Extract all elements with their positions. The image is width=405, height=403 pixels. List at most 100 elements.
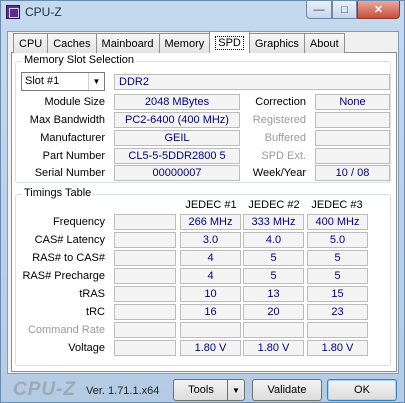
jedec-3-header: JEDEC #3 <box>311 199 363 211</box>
timing-value-cell: 4.0 <box>243 232 304 248</box>
timing-value-cell: 5 <box>307 268 368 284</box>
version-label: Ver. 1.71.1.x64 <box>86 385 160 397</box>
buffered-value <box>315 130 390 146</box>
timing-value-cell: 15 <box>307 286 368 302</box>
tab-graphics[interactable]: Graphics <box>248 33 305 53</box>
timing-value-cell: 23 <box>307 304 368 320</box>
registered-label: Registered <box>252 114 306 126</box>
tools-button[interactable]: Tools <box>173 379 229 401</box>
cpu-z-window: CPU-Z — □ ✕ CPU Caches Mainboard Memory … <box>0 0 405 403</box>
module-size-value: 2048 MBytes <box>114 94 240 110</box>
timing-extra-cell <box>114 340 176 356</box>
manufacturer-value: GEIL <box>114 130 240 146</box>
timing-value-cell <box>307 322 368 338</box>
cpu-z-app-icon <box>6 5 20 19</box>
maximize-button[interactable]: □ <box>332 1 357 19</box>
tools-dropdown-button[interactable]: ▼ <box>227 379 245 401</box>
registered-value <box>315 112 390 128</box>
timing-extra-cell <box>114 268 176 284</box>
timing-row-label: RAS# to CAS# <box>32 252 105 264</box>
tab-label: SPD <box>215 35 244 50</box>
timing-value-cell: 5 <box>243 268 304 284</box>
timing-value-cell: 1.80 V <box>307 340 368 356</box>
timing-value-cell: 10 <box>180 286 241 302</box>
spd-ext-value <box>315 148 390 164</box>
timing-value-cell: 4 <box>180 268 241 284</box>
part-number-label: Part Number <box>42 150 105 162</box>
tab-label: Caches <box>53 37 91 50</box>
part-number-value: CL5-5-5DDR2800 5 <box>114 148 240 164</box>
ok-button[interactable]: OK <box>327 379 397 401</box>
max-bandwidth-label: Max Bandwidth <box>29 114 105 126</box>
timing-row-label: tRC <box>86 306 105 318</box>
tab-label: Mainboard <box>101 37 154 50</box>
serial-number-value: 00000007 <box>114 165 240 181</box>
tab-label: CPU <box>19 37 43 50</box>
timing-extra-cell <box>114 250 176 266</box>
slot-select-value: Slot #1 <box>25 75 60 87</box>
timing-value-cell: 266 MHz <box>180 214 241 230</box>
timing-row-label: Voltage <box>68 342 105 354</box>
tab-about[interactable]: About <box>303 33 345 53</box>
minimize-button[interactable]: — <box>306 1 332 19</box>
correction-value: None <box>315 94 390 110</box>
timing-value-cell: 5 <box>243 250 304 266</box>
spd-ext-label: SPD Ext. <box>261 150 306 162</box>
timing-value-cell: 333 MHz <box>243 214 304 230</box>
tab-memory[interactable]: Memory <box>158 33 211 53</box>
chevron-down-icon: ▼ <box>232 385 240 395</box>
timing-value-cell: 3.0 <box>180 232 241 248</box>
buffered-label: Buffered <box>264 132 306 144</box>
timing-value-cell: 1.80 V <box>180 340 241 356</box>
jedec-1-header: JEDEC #1 <box>185 199 237 211</box>
jedec-2-header: JEDEC #2 <box>248 199 300 211</box>
tab-label: Graphics <box>254 37 299 50</box>
timing-row-label: tRAS <box>79 288 105 300</box>
chevron-down-icon: ▼ <box>88 73 104 90</box>
validate-button[interactable]: Validate <box>252 379 322 401</box>
tab-caches[interactable]: Caches <box>47 33 97 53</box>
timing-row-label: RAS# Precharge <box>22 270 105 282</box>
timing-extra-cell <box>114 304 176 320</box>
tab-mainboard[interactable]: Mainboard <box>95 33 160 53</box>
timing-value-cell: 5.0 <box>307 232 368 248</box>
timing-row-label: Frequency <box>53 216 105 228</box>
max-bandwidth-value: PC2-6400 (400 MHz) <box>114 112 240 128</box>
timing-extra-cell <box>114 232 176 248</box>
title-bar[interactable]: CPU-Z — □ ✕ <box>1 1 404 23</box>
timing-extra-cell <box>114 286 176 302</box>
timing-value-cell <box>243 322 304 338</box>
window-title: CPU-Z <box>25 5 62 19</box>
week-year-label: Week/Year <box>252 167 306 179</box>
close-icon: ✕ <box>373 4 384 16</box>
timing-extra-cell <box>114 214 176 230</box>
tab-bar: CPU Caches Mainboard Memory SPD Graphics… <box>13 31 345 53</box>
timing-row-label: Command Rate <box>27 324 105 336</box>
correction-label: Correction <box>255 96 306 108</box>
timing-value-cell: 20 <box>243 304 304 320</box>
timing-value-cell: 13 <box>243 286 304 302</box>
maximize-icon: □ <box>341 3 348 16</box>
memory-type-value: DDR2 <box>114 74 390 90</box>
manufacturer-label: Manufacturer <box>40 132 105 144</box>
module-size-label: Module Size <box>44 96 105 108</box>
tab-spd[interactable]: SPD <box>209 31 250 53</box>
timing-value-cell <box>180 322 241 338</box>
timing-value-cell: 400 MHz <box>307 214 368 230</box>
timing-value-cell: 5 <box>307 250 368 266</box>
minimize-icon: — <box>313 3 325 16</box>
tab-label: Memory <box>164 37 205 50</box>
week-year-value: 10 / 08 <box>315 165 390 181</box>
timing-value-cell: 1.80 V <box>243 340 304 356</box>
slot-select[interactable]: Slot #1 ▼ <box>21 72 105 91</box>
serial-number-label: Serial Number <box>34 167 105 179</box>
cpu-z-logo: CPU-Z <box>13 379 77 400</box>
group-title: Timings Table <box>22 187 94 199</box>
timing-extra-cell <box>114 322 176 338</box>
timing-value-cell: 4 <box>180 250 241 266</box>
close-button[interactable]: ✕ <box>357 1 400 19</box>
timing-row-label: CAS# Latency <box>34 234 105 246</box>
tab-cpu[interactable]: CPU <box>13 33 49 53</box>
group-title: Memory Slot Selection <box>22 54 137 66</box>
tab-label: About <box>309 37 339 50</box>
